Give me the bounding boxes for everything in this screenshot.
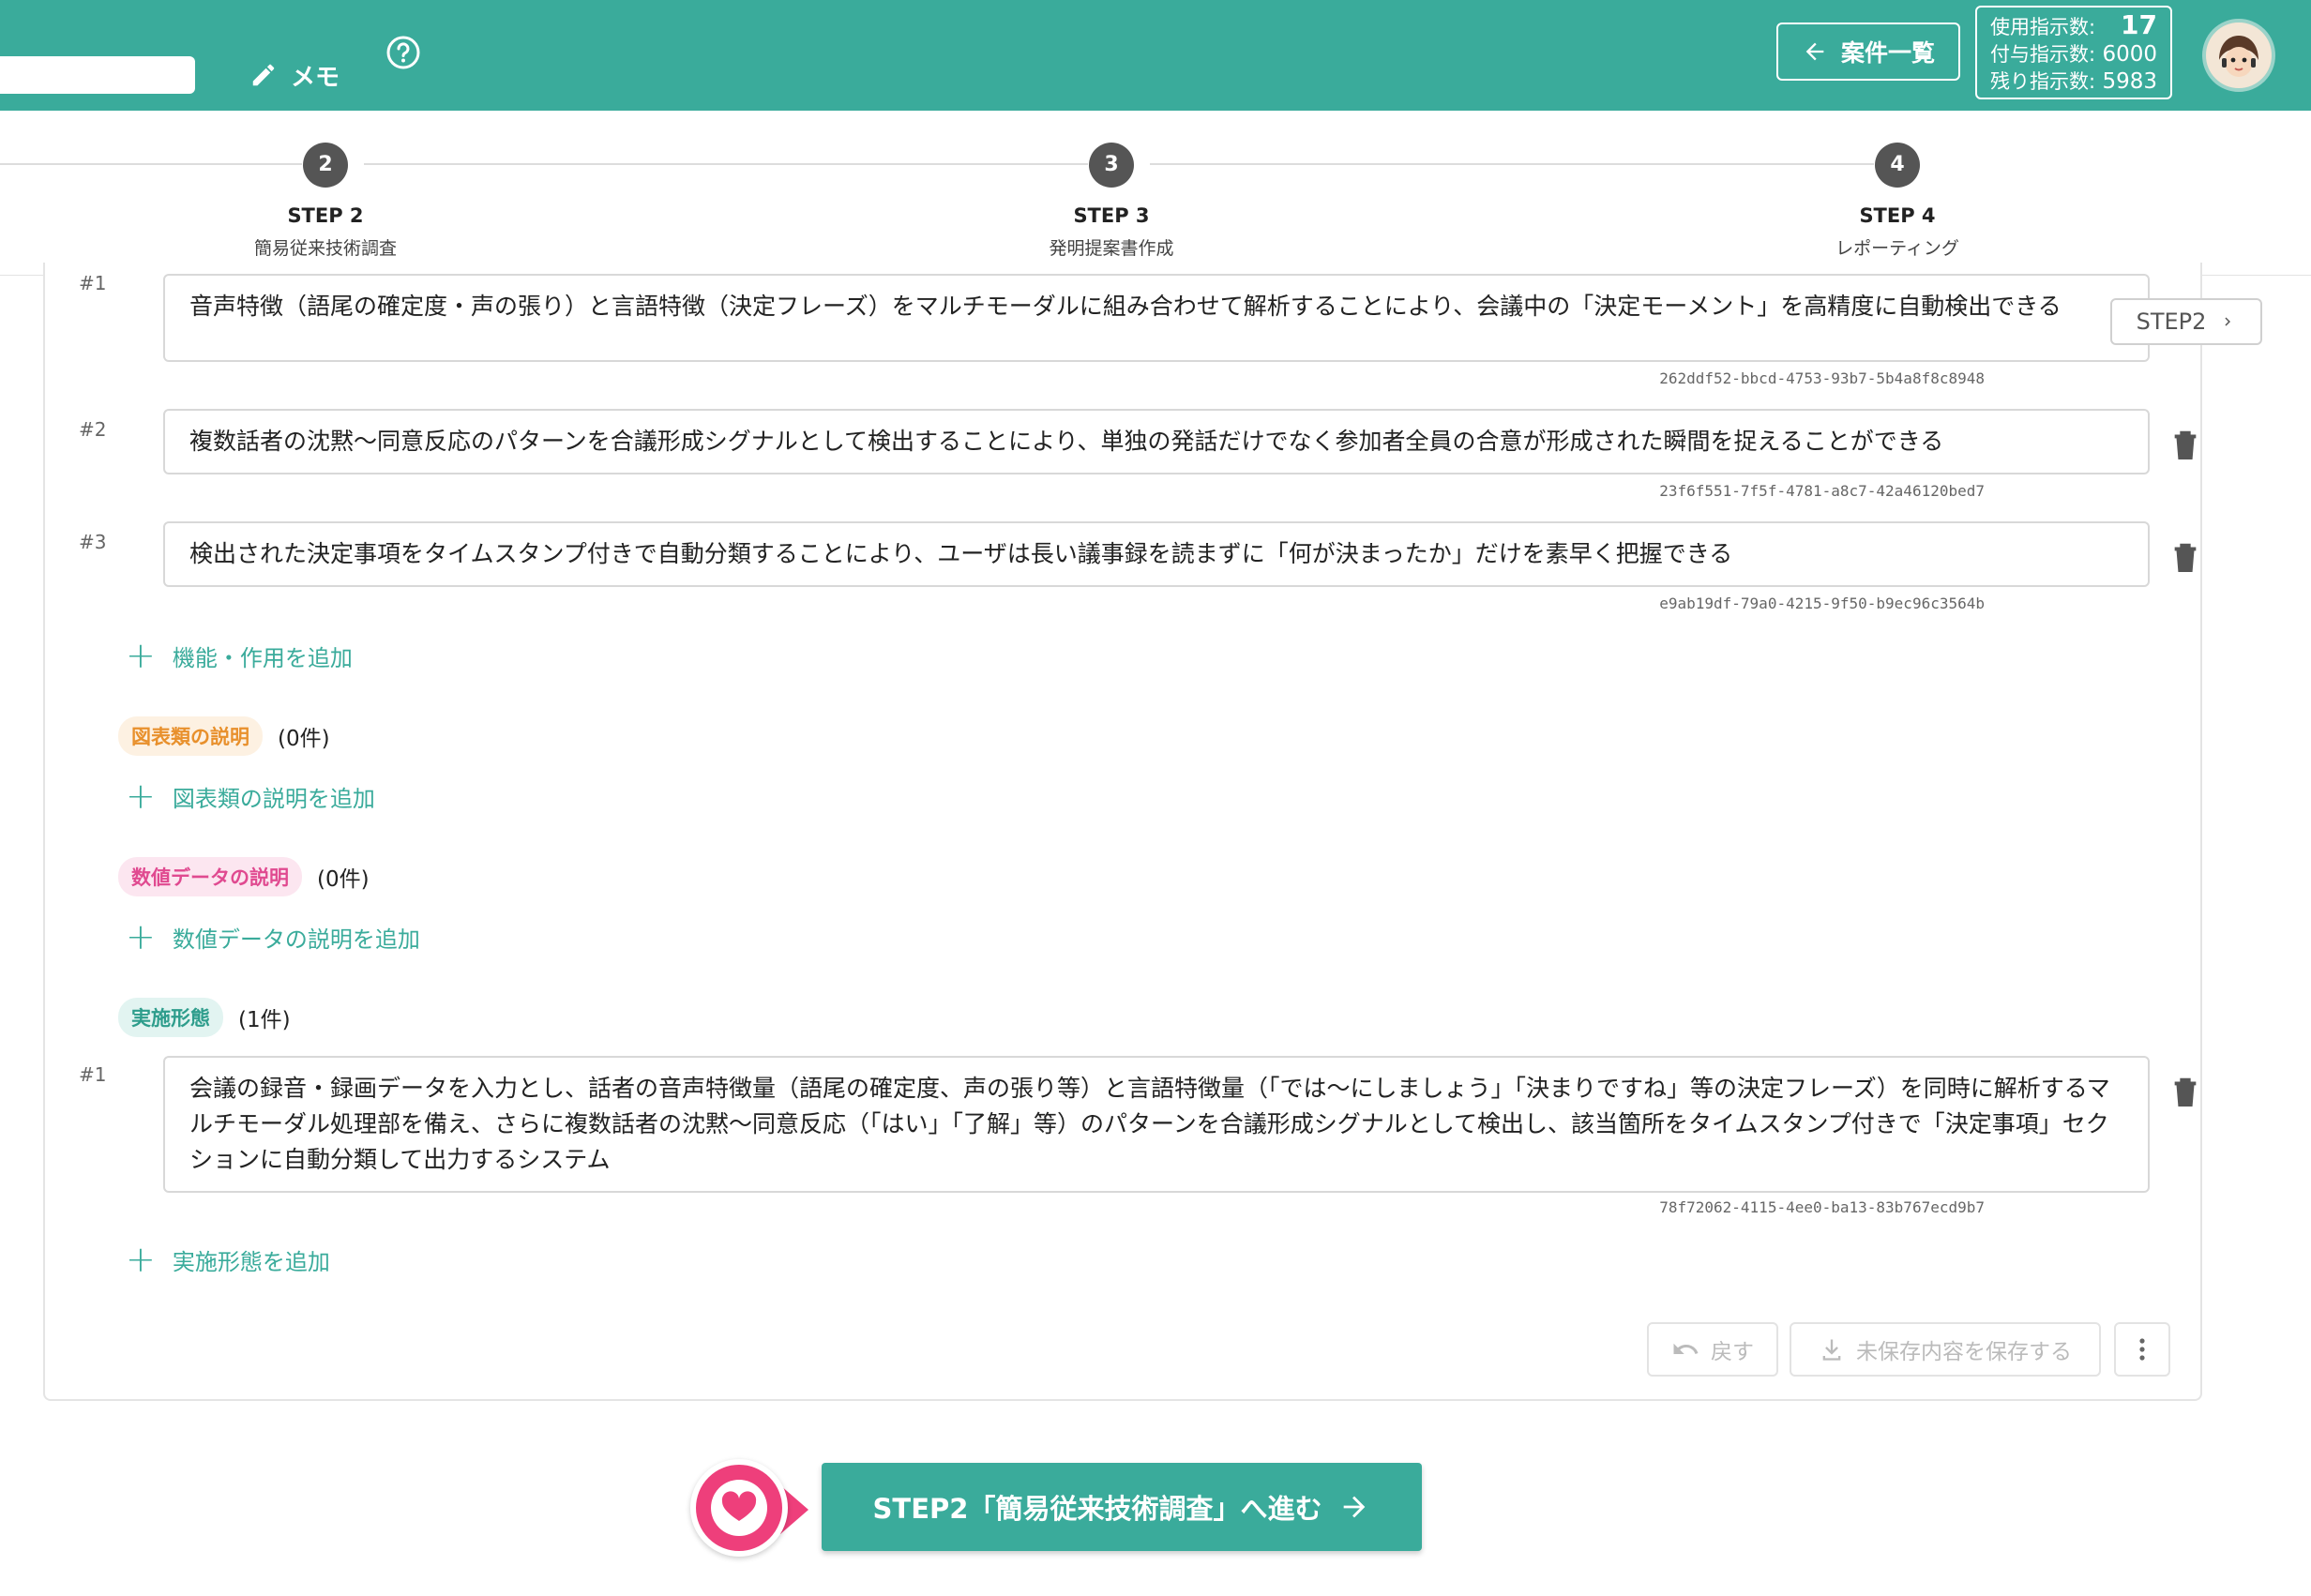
next-step-button[interactable]: STEP2「簡易従来技術調査」へ進む [822, 1463, 1422, 1551]
granted-value: 6000 [2102, 42, 2157, 67]
embodiment-count: (1件) [238, 1008, 291, 1032]
add-figure-label: 図表類の説明を追加 [172, 785, 375, 812]
add-embodiment-label: 実施形態を追加 [172, 1248, 330, 1275]
numeric-count: (0件) [317, 867, 370, 892]
step-number: 2 [303, 143, 348, 188]
step-4[interactable]: 4 STEP 4 レポーティング [1757, 143, 2038, 260]
embodiment-section-header: 実施形態 (1件) [118, 998, 291, 1037]
download-icon [1822, 1339, 1841, 1361]
figures-count: (0件) [278, 727, 330, 751]
plus-icon: + [126, 916, 156, 957]
side-step2-label: STEP2 [2136, 309, 2207, 335]
save-label: 未保存内容を保存する [1856, 1340, 2072, 1364]
item-uuid: 78f72062-4115-4ee0-ba13-83b767ecd9b7 [1659, 1198, 1985, 1216]
numeric-tag: 数値データの説明 [118, 857, 302, 896]
function-item-field[interactable]: 音声特徴（語尾の確定度・声の張り）と言語特徴（決定フレーズ）をマルチモーダルに組… [163, 274, 2150, 362]
add-figure-link[interactable]: + 図表類の説明を追加 [126, 778, 375, 814]
remaining-label: 残り指示数: [1990, 70, 2096, 93]
item-uuid: 23f6f551-7f5f-4781-a8c7-42a46120bed7 [1659, 482, 1985, 500]
usage-counter: 使用指示数: 17 付与指示数: 6000 残り指示数: 5983 [1975, 6, 2172, 99]
arrow-left-icon [1805, 42, 1824, 61]
memo-label: メモ [291, 63, 340, 92]
plus-icon: + [126, 635, 156, 676]
step-number: 3 [1089, 143, 1134, 188]
avatar[interactable] [2202, 19, 2275, 92]
step-2[interactable]: 2 STEP 2 簡易従来技術調査 [185, 143, 466, 260]
pencil-icon [252, 64, 275, 86]
embodiment-item-field[interactable]: 会議の録音・録画データを入力とし、話者の音声特徴量（語尾の確定度、声の張り等）と… [163, 1056, 2150, 1193]
remaining-value: 5983 [2102, 69, 2157, 94]
plus-icon: + [126, 775, 156, 817]
undo-button[interactable]: 戻す [1647, 1322, 1778, 1377]
embodiment-tag: 実施形態 [118, 998, 223, 1037]
side-step2-button[interactable]: STEP2 [2110, 298, 2262, 345]
plus-icon: + [126, 1239, 156, 1280]
add-function-link[interactable]: + 機能・作用を追加 [126, 638, 353, 673]
chevron-right-icon [2225, 317, 2231, 326]
project-title-input[interactable] [0, 56, 195, 94]
next-step-area: STEP2「簡易従来技術調査」へ進む [690, 1459, 1422, 1557]
item-number: #1 [79, 1063, 107, 1086]
help-icon[interactable] [385, 34, 422, 71]
app-header: メモ 案件一覧 使用指示数: 17 付与指示数: 6000 残り指示数: 5983 [0, 0, 2311, 111]
heart-icon [690, 1459, 788, 1557]
item-number: #3 [79, 531, 107, 553]
save-button[interactable]: 未保存内容を保存する [1790, 1322, 2101, 1377]
arrow-right-icon [1344, 1496, 1366, 1518]
more-vertical-icon [2139, 1338, 2145, 1361]
content-panel: #1 音声特徴（語尾の確定度・声の張り）と言語特徴（決定フレーズ）をマルチモーダ… [43, 263, 2202, 1401]
trash-icon[interactable] [2172, 428, 2198, 459]
more-options-button[interactable] [2114, 1322, 2170, 1377]
item-number: #1 [79, 272, 107, 294]
stepper: 2 STEP 2 簡易従来技術調査 3 STEP 3 発明提案書作成 4 STE… [0, 111, 2311, 276]
step-label: STEP 2 [287, 204, 364, 227]
item-uuid: 262ddf52-bbcd-4753-93b7-5b4a8f8c8948 [1659, 369, 1985, 387]
add-numeric-label: 数値データの説明を追加 [172, 926, 420, 953]
step-number: 4 [1875, 143, 1920, 188]
undo-icon [1673, 1343, 1699, 1354]
figures-tag: 図表類の説明 [118, 716, 263, 756]
used-label: 使用指示数: [1990, 16, 2096, 38]
function-item-field[interactable]: 複数話者の沈黙〜同意反応のパターンを合議形成シグナルとして検出することにより、単… [163, 409, 2150, 474]
function-item-field[interactable]: 検出された決定事項をタイムスタンプ付きで自動分類することにより、ユーザは長い議事… [163, 521, 2150, 587]
trash-icon[interactable] [2172, 1075, 2198, 1107]
used-value: 17 [2121, 9, 2157, 40]
add-embodiment-link[interactable]: + 実施形態を追加 [126, 1242, 330, 1277]
figures-section-header: 図表類の説明 (0件) [118, 716, 330, 756]
project-list-label: 案件一覧 [1840, 39, 1935, 67]
item-number: #2 [79, 418, 107, 441]
step-sublabel: 発明提案書作成 [1049, 238, 1174, 259]
trash-icon[interactable] [2172, 540, 2198, 572]
step-sublabel: 簡易従来技術調査 [253, 238, 397, 259]
step-label: STEP 4 [1859, 204, 1936, 227]
step-label: STEP 3 [1073, 204, 1150, 227]
project-list-button[interactable]: 案件一覧 [1776, 23, 1960, 81]
add-numeric-link[interactable]: + 数値データの説明を追加 [126, 919, 420, 955]
memo-button[interactable]: メモ [249, 54, 340, 96]
next-step-label: STEP2「簡易従来技術調査」へ進む [872, 1493, 1322, 1525]
item-uuid: e9ab19df-79a0-4215-9f50-b9ec96c3564b [1659, 595, 1985, 612]
step-3[interactable]: 3 STEP 3 発明提案書作成 [971, 143, 1252, 260]
undo-label: 戻す [1711, 1340, 1754, 1364]
granted-label: 付与指示数: [1990, 43, 2096, 66]
step-sublabel: レポーティング [1835, 238, 1959, 259]
add-function-label: 機能・作用を追加 [172, 644, 353, 671]
numeric-section-header: 数値データの説明 (0件) [118, 857, 370, 896]
